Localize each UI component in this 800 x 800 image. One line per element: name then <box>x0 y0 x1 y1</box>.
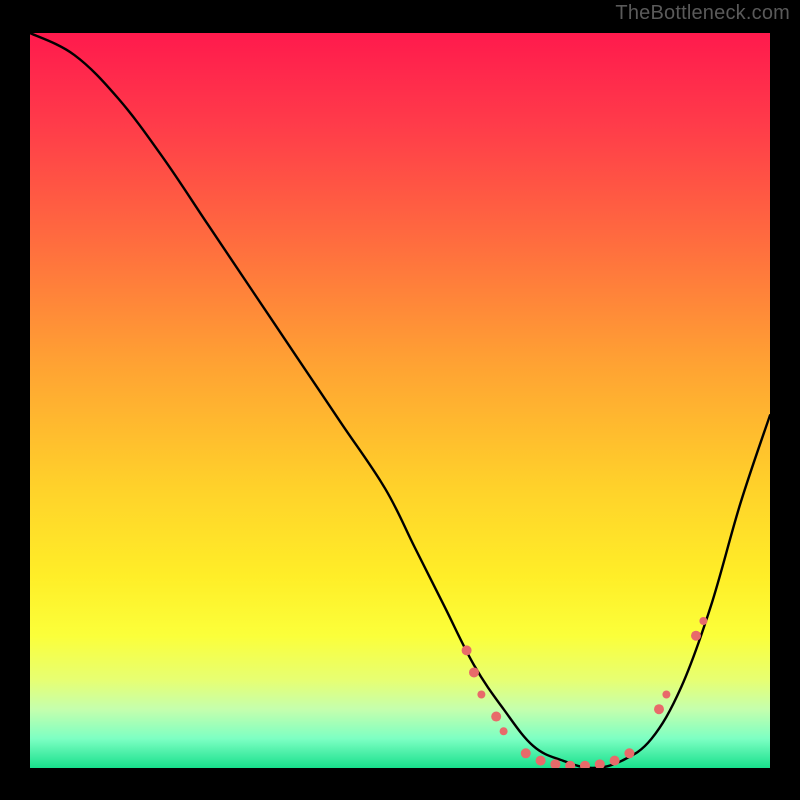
curve-marker <box>580 761 590 768</box>
marker-group <box>462 617 708 768</box>
plot-area <box>30 33 770 768</box>
curve-marker <box>500 727 508 735</box>
bottleneck-curve-line <box>30 33 770 768</box>
chart-stage: TheBottleneck.com <box>0 0 800 800</box>
curve-marker <box>610 756 620 766</box>
bottleneck-chart <box>30 33 770 768</box>
curve-marker <box>662 691 670 699</box>
curve-marker <box>469 667 479 677</box>
curve-marker <box>536 756 546 766</box>
curve-marker <box>624 748 634 758</box>
curve-marker <box>462 645 472 655</box>
watermark-text: TheBottleneck.com <box>615 2 790 25</box>
curve-marker <box>477 691 485 699</box>
curve-marker <box>699 617 707 625</box>
curve-marker <box>521 748 531 758</box>
curve-marker <box>595 759 605 768</box>
curve-marker <box>654 704 664 714</box>
curve-marker <box>491 712 501 722</box>
curve-marker <box>691 631 701 641</box>
curve-marker <box>550 759 560 768</box>
